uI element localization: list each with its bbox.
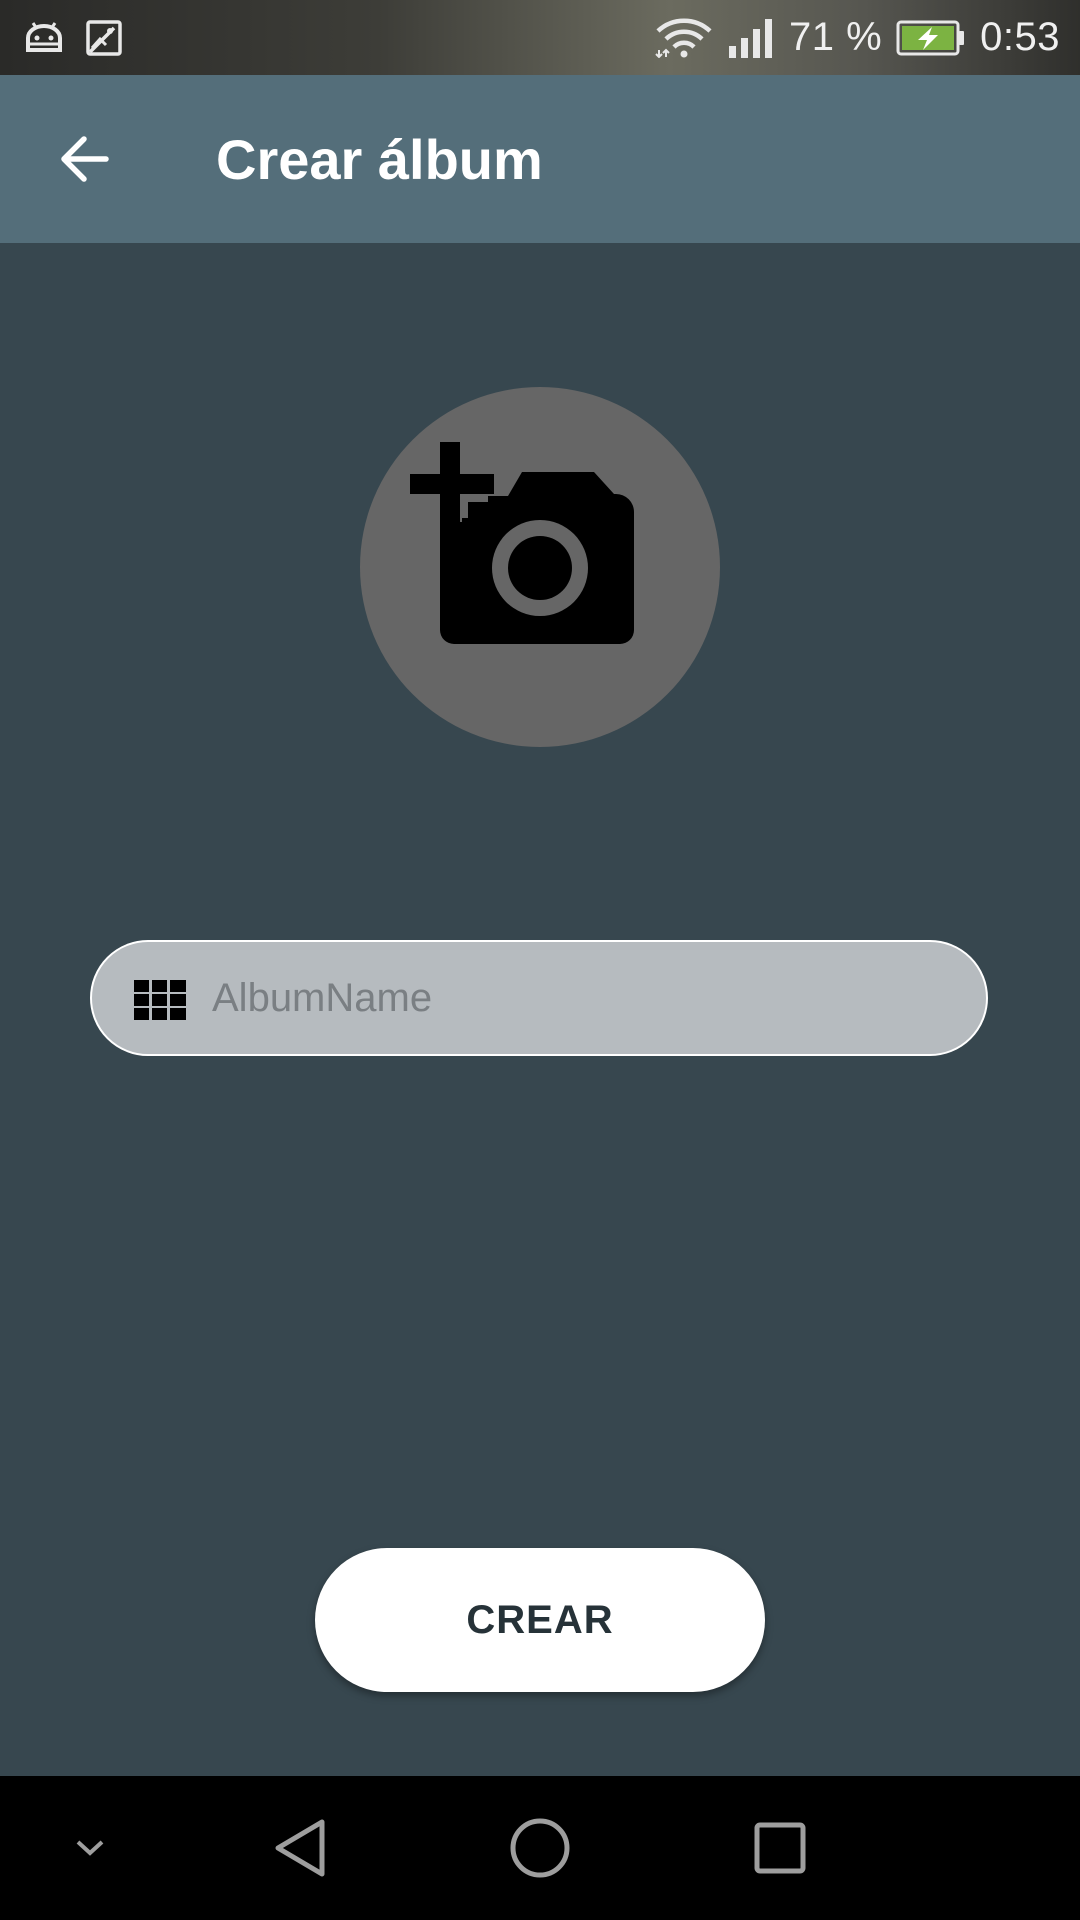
album-name-field[interactable]	[90, 940, 988, 1056]
recents-square-icon	[754, 1822, 806, 1874]
back-triangle-icon	[275, 1819, 325, 1877]
home-circle-icon	[510, 1818, 570, 1878]
nav-home-button[interactable]	[490, 1776, 590, 1920]
page-title: Crear álbum	[216, 127, 543, 191]
battery-percent: 71 %	[788, 15, 883, 59]
status-bar: 71 % 0:53	[0, 0, 1080, 75]
back-button[interactable]	[40, 119, 128, 199]
nav-collapse-button[interactable]	[50, 1776, 130, 1920]
nav-recents-button[interactable]	[730, 1776, 830, 1920]
android-debug-icon	[26, 22, 62, 52]
wifi-icon	[655, 17, 712, 58]
add-a-photo-icon	[410, 442, 634, 644]
app-bar: Crear álbum	[0, 75, 1080, 243]
collapse-chevron-icon	[76, 1840, 104, 1856]
battery-charging-icon	[896, 20, 965, 55]
image-notification-icon	[86, 20, 122, 56]
nav-back-button[interactable]	[250, 1776, 350, 1920]
album-cover-picker[interactable]	[360, 387, 720, 747]
clock: 0:53	[980, 15, 1060, 59]
system-nav-bar	[0, 1776, 1080, 1920]
create-button[interactable]: CREAR	[315, 1548, 765, 1692]
cell-signal-icon	[728, 18, 772, 58]
grid-icon	[134, 980, 186, 1020]
album-name-input[interactable]	[208, 942, 952, 1054]
arrow-back-icon	[61, 136, 109, 182]
create-album-screen: 71 % 0:53 Crear álbum AlbumName CREAR	[0, 0, 1080, 1920]
